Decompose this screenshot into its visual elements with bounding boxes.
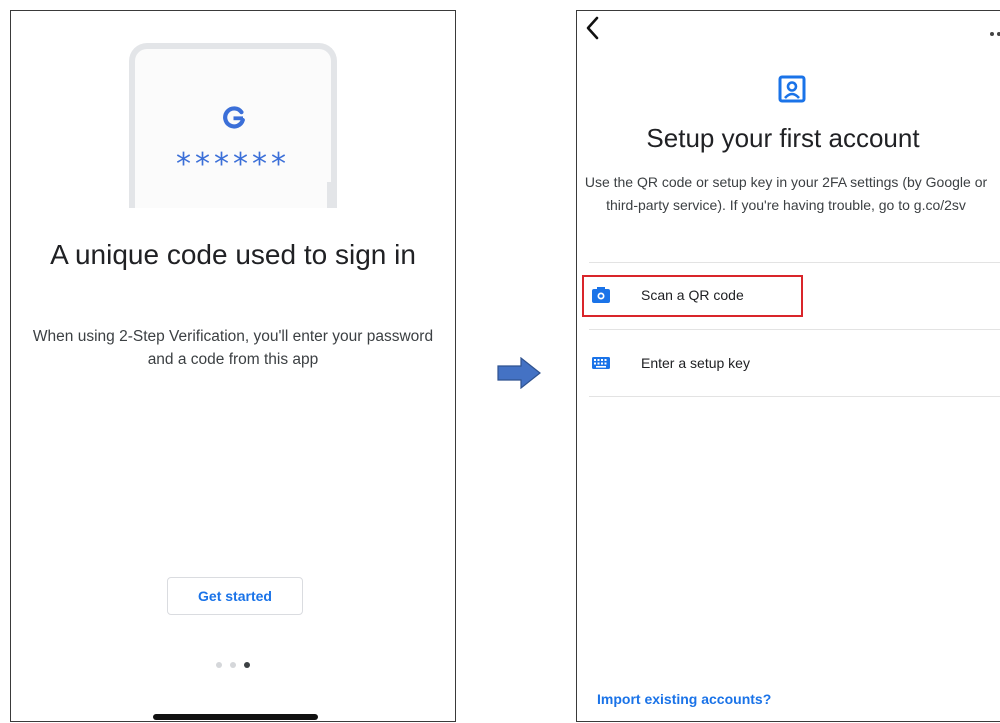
pagination-dot[interactable]	[230, 662, 236, 668]
code-card-illustration: ******	[129, 43, 337, 208]
enter-setup-key-option[interactable]: Enter a setup key	[577, 337, 1000, 391]
back-arrow-icon[interactable]	[583, 15, 603, 41]
authenticator-logo-icon	[223, 106, 245, 129]
keyboard-icon	[592, 357, 610, 369]
setup-account-screen: Setup your first account Use the QR code…	[576, 10, 1000, 722]
home-indicator	[153, 714, 318, 720]
divider	[589, 396, 1000, 397]
divider	[589, 329, 1000, 330]
masked-code: ******	[176, 147, 290, 182]
onboarding-description: When using 2-Step Verification, you'll e…	[32, 328, 434, 368]
setup-description: Use the QR code or setup key in your 2FA…	[584, 174, 988, 213]
pagination-dot-active[interactable]	[244, 662, 250, 668]
pagination-dot[interactable]	[216, 662, 222, 668]
import-existing-accounts-link[interactable]: Import existing accounts?	[597, 691, 771, 707]
onboarding-title: A unique code used to sign in	[50, 239, 416, 270]
pagination-dots	[11, 662, 455, 668]
onboarding-screen: ****** A unique code used to sign in Whe…	[10, 10, 456, 722]
option-label: Enter a setup key	[641, 355, 750, 371]
more-options-icon[interactable]	[989, 31, 1000, 37]
right-arrow-icon	[497, 357, 541, 389]
setup-title: Setup your first account	[646, 123, 920, 153]
divider	[589, 262, 1000, 263]
get-started-button[interactable]: Get started	[167, 577, 303, 615]
account-box-icon	[778, 75, 806, 103]
highlight-box	[582, 275, 803, 317]
